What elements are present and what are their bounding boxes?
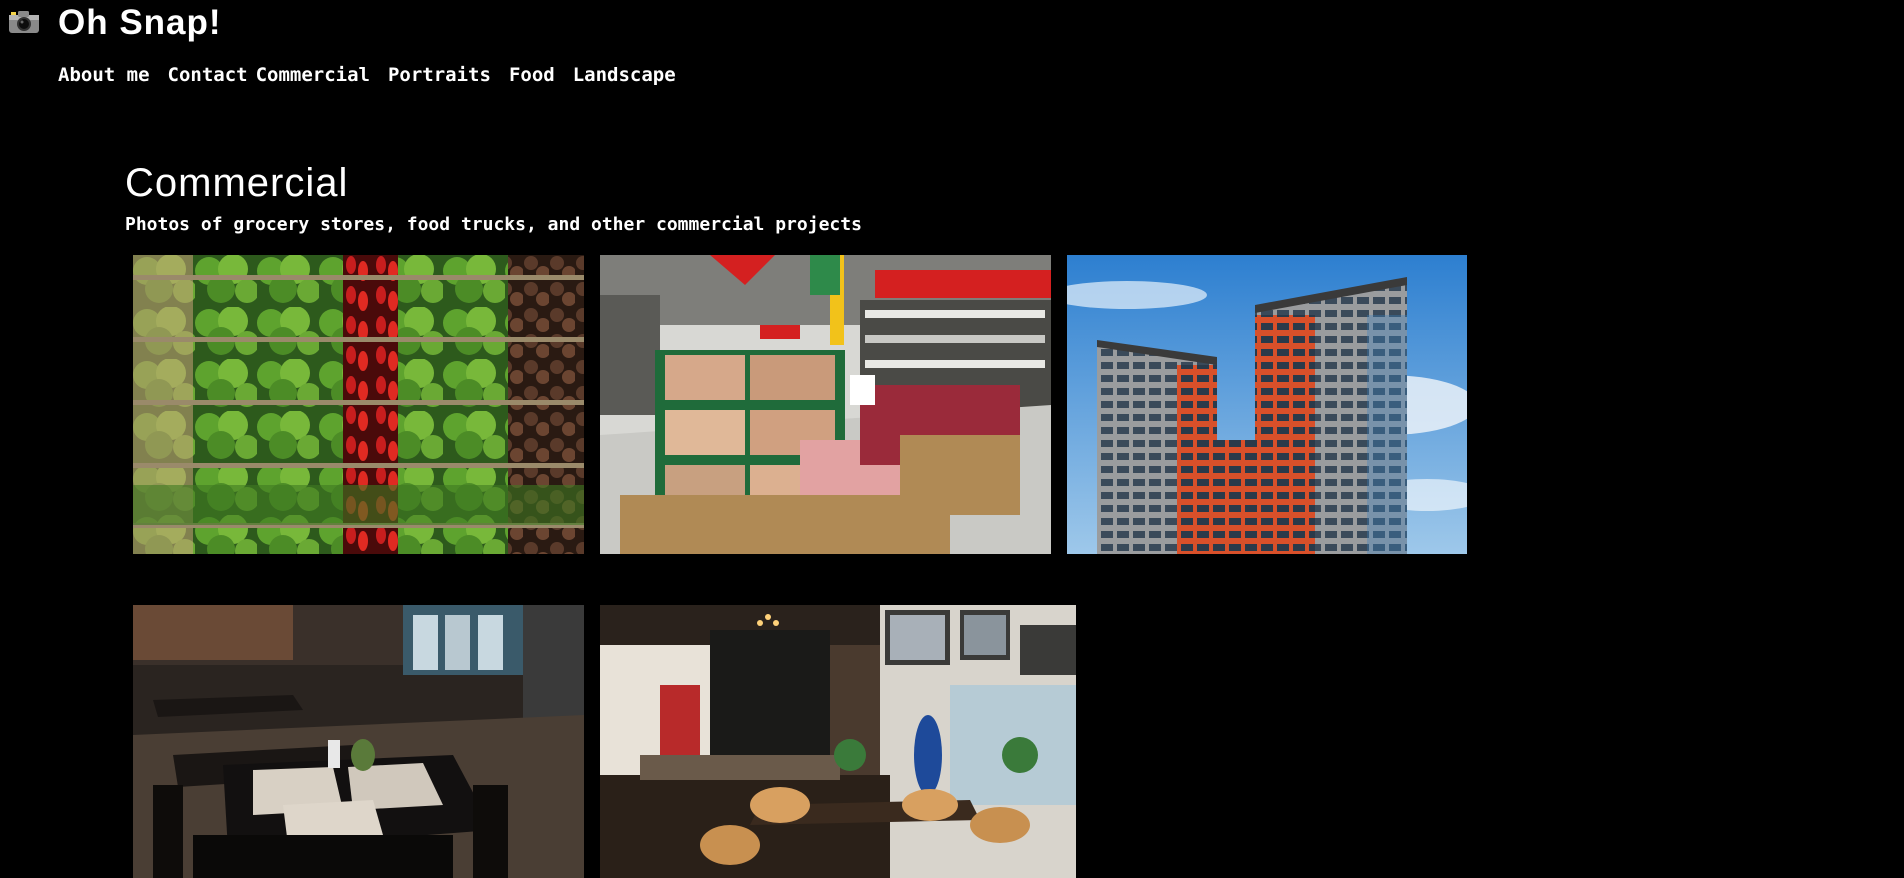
photo-grocery-produce[interactable] xyxy=(133,255,584,554)
photo-cafe-interior[interactable] xyxy=(600,605,1076,878)
site-title[interactable]: Oh Snap! xyxy=(58,2,222,44)
photo-supermarket-aisle[interactable] xyxy=(600,255,1051,554)
site-header: Oh Snap! About me Contact Commercial Por… xyxy=(0,0,1904,110)
main-nav: About me Contact Commercial Portraits Fo… xyxy=(58,62,676,88)
page-title: Commercial xyxy=(125,161,349,205)
photo-restaurant-dining[interactable] xyxy=(133,605,584,878)
nav-item-landscape[interactable]: Landscape xyxy=(573,62,676,88)
nav-item-food[interactable]: Food xyxy=(509,62,555,88)
nav-item-commercial[interactable]: Commercial xyxy=(256,62,370,88)
camera-icon xyxy=(8,10,40,34)
nav-item-portraits[interactable]: Portraits xyxy=(388,62,491,88)
nav-item-contact[interactable]: Contact xyxy=(168,62,248,88)
photo-apartment-tower[interactable] xyxy=(1067,255,1467,554)
page-subtitle: Photos of grocery stores, food trucks, a… xyxy=(125,214,862,235)
nav-item-about-me[interactable]: About me xyxy=(58,62,150,88)
